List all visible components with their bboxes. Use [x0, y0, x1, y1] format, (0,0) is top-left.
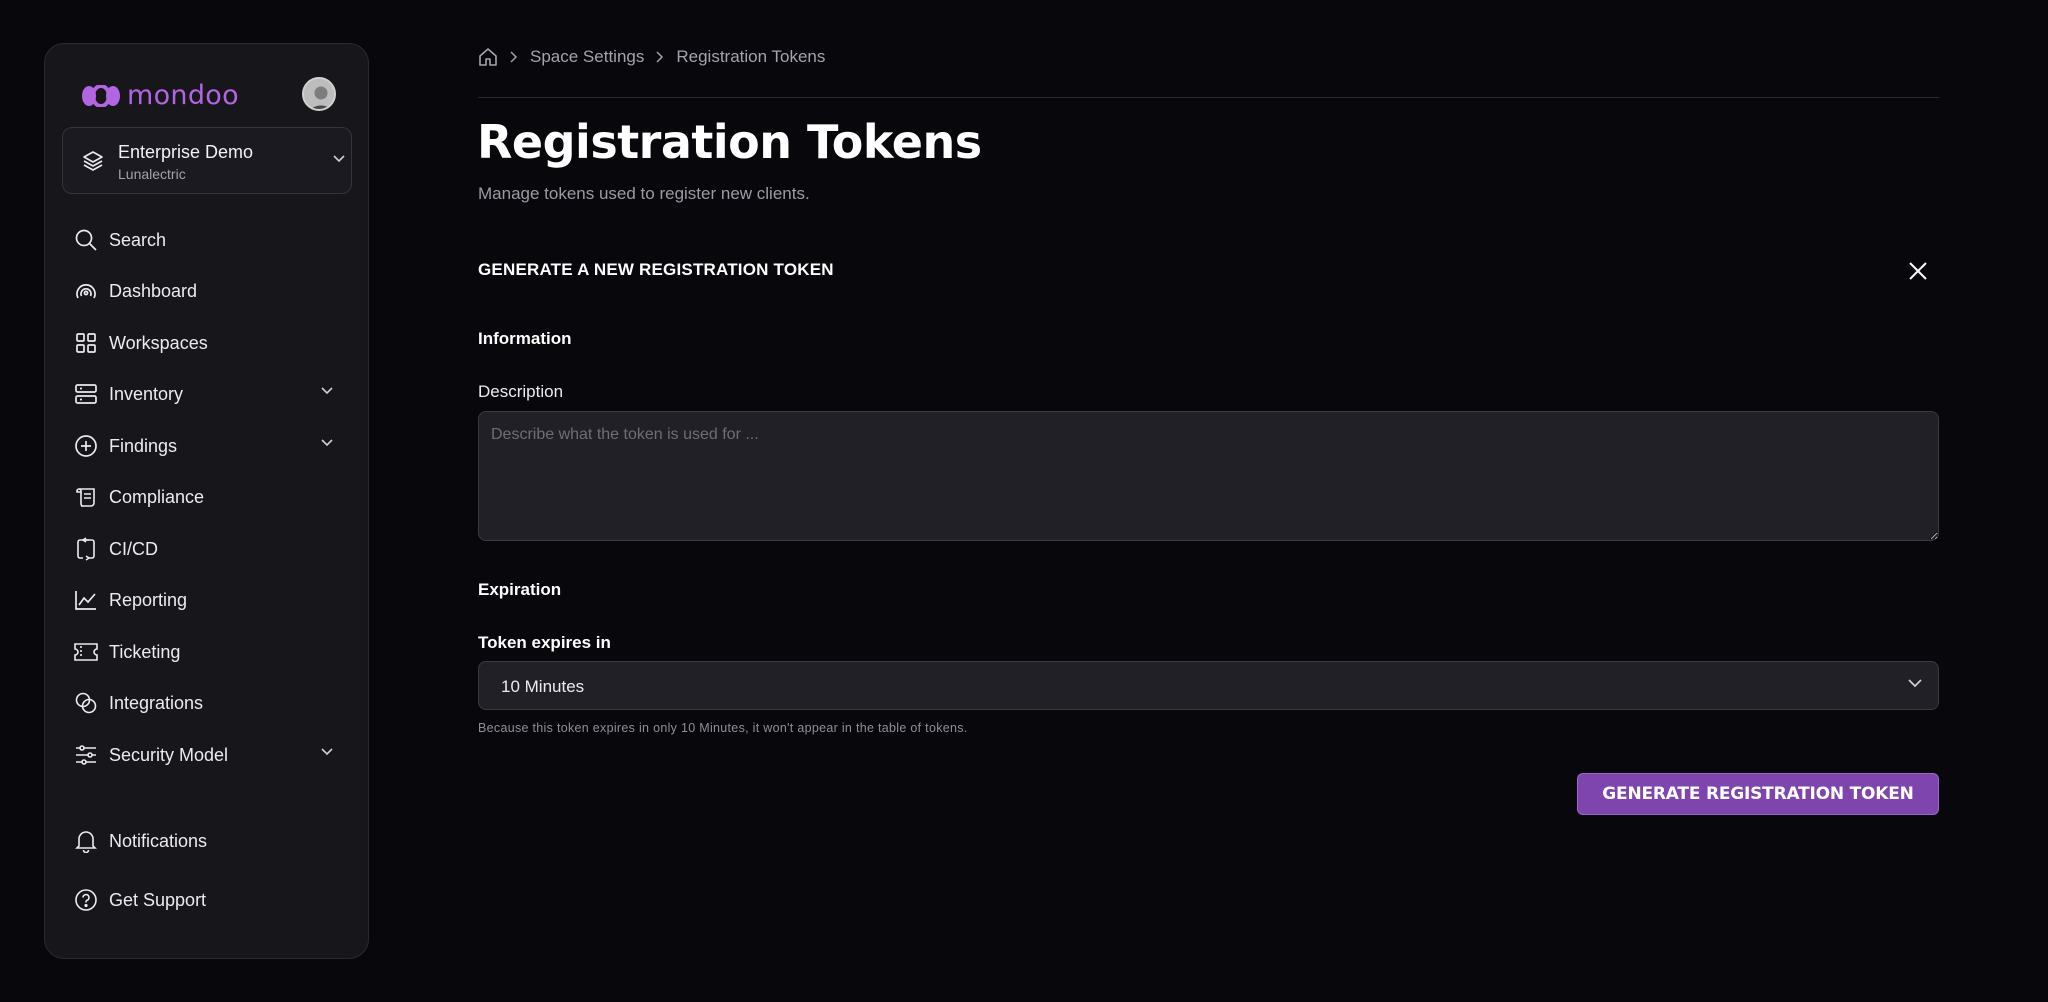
nav-label: Reporting [109, 589, 188, 610]
description-field[interactable] [478, 411, 1939, 541]
close-icon [1909, 262, 1927, 280]
scroll-icon [73, 484, 99, 510]
server-icon [73, 381, 99, 407]
page-subtitle: Manage tokens used to register new clien… [478, 184, 810, 203]
close-button[interactable] [1904, 257, 1932, 285]
chevron-right-icon [510, 51, 518, 63]
nav-label: Inventory [109, 383, 184, 404]
nav-label: Compliance [109, 486, 205, 507]
nav-item-inventory[interactable]: Inventory [73, 374, 343, 414]
help-circle-icon [73, 887, 99, 913]
nav-label: Integrations [109, 692, 204, 713]
breadcrumb-space-settings[interactable]: Space Settings [530, 47, 644, 67]
nav-label: Notifications [109, 830, 208, 851]
nav-label: Search [109, 229, 167, 250]
chart-line-icon [73, 587, 99, 613]
token-expires-label: Token expires in [478, 633, 611, 652]
expiration-heading: Expiration [478, 580, 562, 599]
sliders-icon [73, 742, 99, 768]
nav-item-dashboard[interactable]: Dashboard [73, 271, 343, 311]
nav-label: Ticketing [109, 641, 181, 662]
page-title: Registration Tokens [477, 115, 982, 169]
breadcrumb-registration-tokens[interactable]: Registration Tokens [676, 47, 825, 67]
nav-label: CI/CD [109, 538, 158, 559]
token-expires-select[interactable]: 10 Minutes [478, 661, 1939, 710]
nav-item-workspaces[interactable]: Workspaces [73, 323, 343, 363]
nav-item-reporting[interactable]: Reporting [73, 580, 343, 620]
nav-item-integrations[interactable]: Integrations [73, 683, 343, 723]
home-icon[interactable] [478, 47, 498, 67]
chevron-down-icon [1908, 679, 1922, 688]
chevron-down-icon [321, 387, 333, 395]
header-divider [478, 97, 1939, 98]
breadcrumb: Space Settings Registration Tokens [478, 47, 825, 67]
nav-label: Workspaces [109, 332, 208, 353]
chevron-down-icon [333, 155, 345, 163]
avatar[interactable] [302, 77, 336, 111]
nav-item-get-support[interactable]: Get Support [73, 880, 343, 920]
information-heading: Information [478, 329, 572, 348]
space-name: Enterprise Demo [118, 142, 254, 162]
chevron-down-icon [321, 439, 333, 447]
mondoo-logo[interactable]: mondoo [81, 80, 239, 111]
grid-icon [73, 330, 99, 356]
nav-item-search[interactable]: Search [73, 220, 343, 260]
bell-icon [73, 828, 99, 854]
token-expires-value: 10 Minutes [501, 677, 585, 696]
nav-item-security-model[interactable]: Security Model [73, 735, 343, 775]
nav-label: Dashboard [109, 280, 198, 301]
mondoo-logo-mark-icon [82, 84, 120, 107]
chevron-down-icon [321, 748, 333, 756]
sidebar: mondoo Enterprise Demo Lunalectric Searc… [44, 43, 369, 959]
layers-icon [81, 149, 105, 173]
generate-registration-token-button[interactable]: GENERATE REGISTRATION TOKEN [1577, 773, 1939, 815]
nav-item-cicd[interactable]: CI/CD [73, 529, 343, 569]
nav-item-notifications[interactable]: Notifications [73, 821, 343, 861]
nav-label: Security Model [109, 744, 229, 765]
plus-circle-icon [73, 433, 99, 459]
integrations-icon [73, 690, 99, 716]
dashboard-icon [73, 278, 99, 304]
form-heading: GENERATE A NEW REGISTRATION TOKEN [478, 260, 834, 279]
space-selector[interactable]: Enterprise Demo Lunalectric [62, 127, 352, 194]
cicd-icon [73, 536, 99, 562]
expiration-helper-text: Because this token expires in only 10 Mi… [478, 721, 968, 735]
brand-name: mondoo [127, 80, 239, 111]
nav-label: Findings [109, 435, 178, 456]
nav-label: Get Support [109, 889, 207, 910]
nav-item-ticketing[interactable]: Ticketing [73, 632, 343, 672]
chevron-right-icon [656, 51, 664, 63]
space-org: Lunalectric [118, 166, 186, 182]
nav-item-findings[interactable]: Findings [73, 426, 343, 466]
nav-item-compliance[interactable]: Compliance [73, 477, 343, 517]
description-label: Description [478, 382, 564, 401]
search-icon [73, 227, 99, 253]
ticket-icon [73, 639, 99, 665]
